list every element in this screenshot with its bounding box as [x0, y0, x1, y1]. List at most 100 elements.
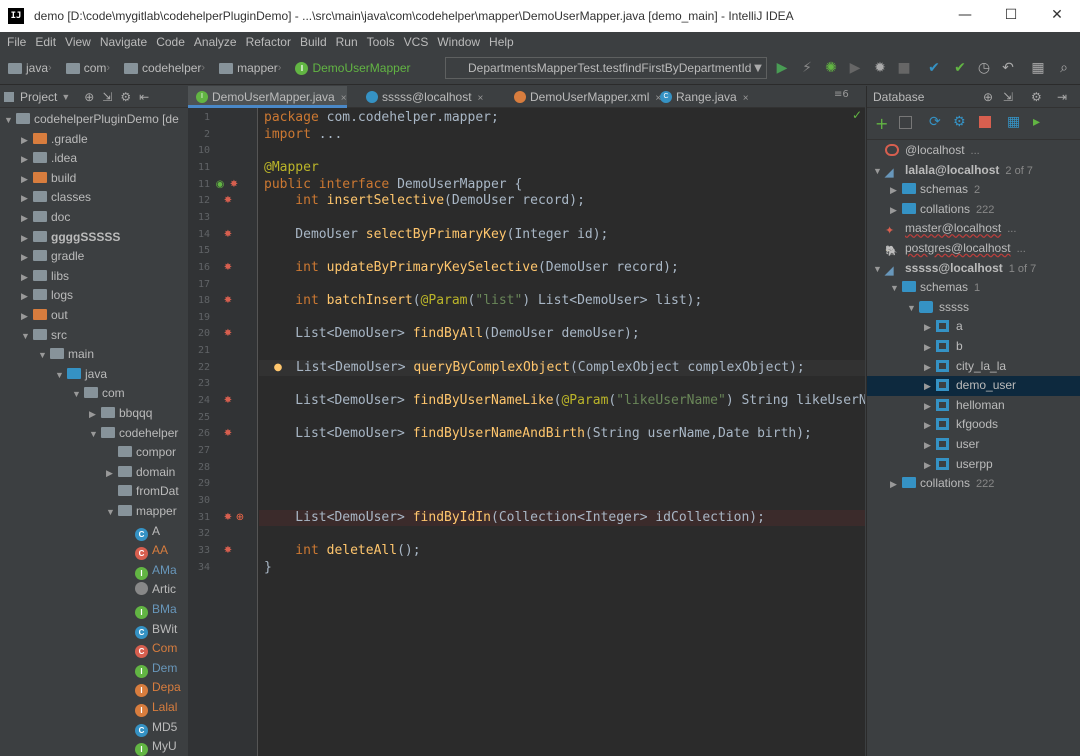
tree-item[interactable]: ▼java — [55, 365, 107, 385]
menu-vcs[interactable]: VCS — [399, 35, 433, 49]
tree-item[interactable]: IDem — [123, 659, 177, 679]
tree-item[interactable]: ▶gradle — [21, 247, 84, 267]
tree-item[interactable]: ▼main — [38, 345, 94, 365]
chevron-down-icon[interactable]: ▼ — [750, 61, 766, 77]
chevron-down-icon[interactable]: ▼ — [61, 92, 70, 102]
db-tree-item-schemas[interactable]: ▶schemas2 — [867, 180, 1080, 200]
tab-sssss-localhost[interactable]: sssss@localhost× — [358, 86, 483, 108]
tree-item[interactable]: IDepa — [123, 678, 181, 698]
tree-item[interactable]: ▼codehelperPluginDemo [de — [4, 110, 179, 130]
menu-view[interactable]: View — [60, 35, 95, 49]
menu-file[interactable]: File — [2, 35, 30, 49]
vcs-update-icon[interactable]: ✔ — [926, 60, 942, 76]
tree-item[interactable]: ▶logs — [21, 286, 73, 306]
revert-icon[interactable]: ↶ — [1000, 60, 1016, 76]
menu-code[interactable]: Code — [151, 35, 189, 49]
db-tree-item-city-la-la[interactable]: ▶city_la_la — [867, 357, 1080, 377]
tree-item[interactable]: ▼mapper — [106, 502, 177, 522]
menu-run[interactable]: Run — [331, 35, 362, 49]
db-tree-item-sssss[interactable]: ▼sssss — [867, 298, 1080, 318]
tree-item[interactable]: ▶build — [21, 169, 76, 189]
tree-item[interactable]: IBMa — [123, 600, 177, 620]
code-area[interactable]: package com.codehelper.mapper;import ...… — [188, 108, 865, 756]
breadcrumb-item[interactable]: codehelper › — [116, 61, 205, 75]
close-tab-icon[interactable]: × — [478, 93, 484, 104]
close-tab-icon[interactable]: × — [341, 93, 347, 104]
db-tree-item-user[interactable]: ▶user — [867, 435, 1080, 455]
tree-item[interactable]: ▶libs — [21, 267, 69, 287]
db-tree-item-b[interactable]: ▶b — [867, 337, 1080, 357]
stop-icon[interactable]: ■ — [896, 60, 912, 76]
intention-bulb-icon[interactable]: ● — [272, 362, 284, 374]
db-tree-item-collations[interactable]: ▶collations222 — [867, 474, 1080, 494]
tree-item[interactable]: CCom — [123, 639, 177, 659]
profile-icon[interactable]: ▶ — [847, 60, 863, 76]
tree-item[interactable]: ▶bbqqq — [89, 404, 152, 424]
build-icon[interactable]: ✹ — [872, 60, 888, 76]
tab-overflow-icon[interactable]: ≡6 — [834, 89, 849, 100]
tree-item[interactable]: compor — [106, 443, 176, 463]
collapse-icon[interactable]: ⇲ — [1003, 86, 1013, 108]
db-tree-item-helloman[interactable]: ▶helloman — [867, 396, 1080, 416]
history-icon[interactable]: ◷ — [976, 60, 992, 76]
tree-item[interactable]: CA — [123, 522, 160, 542]
tree-item[interactable]: ▶.idea — [21, 149, 77, 169]
locate-icon[interactable]: ⊕ — [84, 90, 94, 104]
tree-item[interactable]: CMD5 — [123, 718, 177, 738]
add-icon[interactable]: ⊕ — [983, 86, 993, 108]
tree-item[interactable]: ▼codehelper — [89, 424, 178, 444]
new-datasource-icon[interactable]: + — [875, 114, 888, 133]
menu-refactor[interactable]: Refactor — [241, 35, 295, 49]
menu-build[interactable]: Build — [295, 35, 331, 49]
menu-window[interactable]: Window — [432, 35, 484, 49]
tree-item[interactable]: ▶domain — [106, 463, 175, 483]
table-editor-icon[interactable]: ▦ — [1007, 114, 1020, 130]
tree-item[interactable]: CAA — [123, 541, 168, 561]
tab-range-java[interactable]: CRange.java× — [652, 86, 749, 108]
db-tree-item-lalala-localhost[interactable]: ▼◢lalala@localhost2 of 7 — [867, 161, 1080, 181]
debug-icon[interactable]: ⚡ — [799, 60, 815, 76]
breadcrumb-item[interactable]: java › — [0, 61, 52, 75]
run-configuration-select[interactable]: DepartmentsMapperTest.testfindFirstByDep… — [445, 57, 767, 79]
tree-item[interactable]: IMyU — [123, 737, 177, 756]
tree-item[interactable]: fromDat — [106, 482, 179, 502]
menu-navigate[interactable]: Navigate — [95, 35, 151, 49]
tree-item[interactable]: ▶ggggSSSSS — [21, 228, 120, 248]
tree-item[interactable]: ▶doc — [21, 208, 70, 228]
inspection-ok-icon[interactable]: ✓ — [852, 108, 862, 122]
db-tree-item-postgres-localhost[interactable]: 🐘postgres@localhost... — [867, 239, 1080, 259]
coverage-icon[interactable]: ✺ — [823, 60, 839, 76]
menu-edit[interactable]: Edit — [30, 35, 60, 49]
search-icon[interactable]: ⌕ — [1056, 60, 1072, 76]
tree-item[interactable]: Artic — [123, 580, 176, 600]
maximize-button[interactable]: ☐ — [988, 0, 1034, 32]
tree-item[interactable]: IAMa — [123, 561, 177, 581]
disconnect-icon[interactable] — [979, 116, 991, 128]
breadcrumb-item[interactable]: IDemoUserMapper — [287, 61, 410, 75]
copy-icon[interactable] — [899, 116, 912, 129]
structure-icon[interactable]: ▦ — [1030, 60, 1046, 76]
tree-item[interactable]: ▶out — [21, 306, 68, 326]
tab-demousermapper-java[interactable]: IDemoUserMapper.java× — [188, 86, 347, 108]
db-tree-item-collations[interactable]: ▶collations222 — [867, 200, 1080, 220]
db-tree-item-sssss-localhost[interactable]: ▼◢sssss@localhost1 of 7 — [867, 259, 1080, 279]
close-tab-icon[interactable]: × — [743, 93, 749, 104]
tree-item[interactable]: ▼src — [21, 326, 67, 346]
tab-demousermapper-xml[interactable]: DemoUserMapper.xml× — [506, 86, 661, 108]
console-icon[interactable]: ▸ — [1033, 114, 1040, 130]
db-tree-item-kfgoods[interactable]: ▶kfgoods — [867, 415, 1080, 435]
db-tree-item-demo-user[interactable]: ▶demo_user — [867, 376, 1080, 396]
db-tree-item--localhost[interactable]: @localhost... — [867, 141, 1080, 161]
db-tree-item-schemas[interactable]: ▼schemas1 — [867, 278, 1080, 298]
vcs-commit-icon[interactable]: ✔ — [952, 60, 968, 76]
tree-item[interactable]: ▼com — [72, 384, 125, 404]
gear-icon[interactable]: ⚙ — [120, 90, 131, 104]
minimize-button[interactable]: — — [942, 0, 988, 32]
tree-item[interactable]: ILalal — [123, 698, 177, 718]
project-view-select[interactable]: Project — [20, 90, 57, 104]
refresh-icon[interactable]: ⟳ — [929, 114, 941, 130]
db-tree-item-master-localhost[interactable]: ✦master@localhost... — [867, 219, 1080, 239]
menu-tools[interactable]: Tools — [362, 35, 399, 49]
schema-icon[interactable]: ⚙ — [953, 114, 966, 130]
menu-analyze[interactable]: Analyze — [189, 35, 241, 49]
